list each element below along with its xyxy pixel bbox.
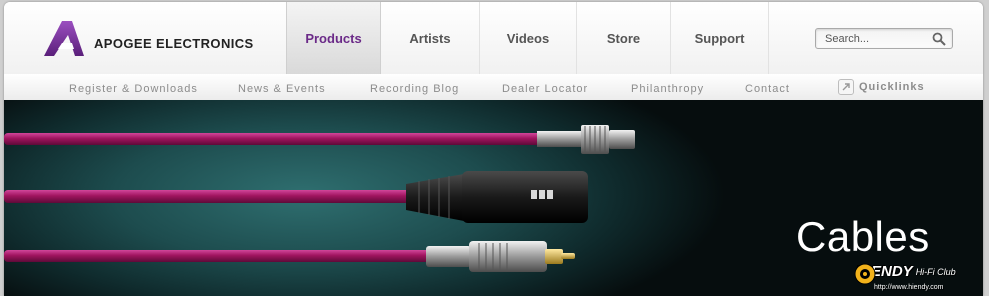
header: APOGEE ELECTRONICS Products Artists Vide… bbox=[4, 2, 983, 74]
nav-artists[interactable]: Artists bbox=[381, 2, 480, 74]
page-frame: APOGEE ELECTRONICS Products Artists Vide… bbox=[4, 2, 983, 296]
subnav-recording-blog[interactable]: Recording Blog bbox=[370, 83, 459, 95]
brand-logo[interactable]: APOGEE ELECTRONICS bbox=[44, 19, 254, 57]
search-icon[interactable] bbox=[932, 32, 946, 46]
nav-store[interactable]: Store bbox=[577, 2, 671, 74]
subnav-philanthropy[interactable]: Philanthropy bbox=[631, 83, 704, 95]
subnav-register-downloads[interactable]: Register & Downloads bbox=[69, 83, 198, 95]
search-box bbox=[815, 28, 953, 49]
subnav-dealer-locator[interactable]: Dealer Locator bbox=[502, 83, 588, 95]
speaker-logo-icon bbox=[854, 263, 876, 285]
quicklinks-label: Quicklinks bbox=[859, 81, 925, 93]
rca-cable bbox=[4, 241, 575, 272]
main-nav: Products Artists Videos Store Support bbox=[286, 2, 769, 74]
hero-banner[interactable]: Cables HIENDY Hi-Fi Club http://www.hien… bbox=[4, 100, 983, 296]
watermark-url: http://www.hiendy.com bbox=[874, 284, 944, 291]
search-input[interactable] bbox=[825, 29, 925, 48]
watermark-sub: Hi-Fi Club bbox=[915, 266, 956, 277]
nav-videos[interactable]: Videos bbox=[480, 2, 577, 74]
subnav-contact[interactable]: Contact bbox=[745, 83, 790, 95]
apogee-a-logo-icon bbox=[44, 21, 84, 56]
nav-support[interactable]: Support bbox=[671, 2, 769, 74]
cables-illustration bbox=[4, 125, 635, 272]
subnav-news-events[interactable]: News & Events bbox=[238, 83, 326, 95]
bnc-cable bbox=[4, 125, 635, 154]
brand-name: APOGEE ELECTRONICS bbox=[94, 35, 254, 51]
quicklinks-button[interactable]: Quicklinks bbox=[838, 79, 925, 95]
sub-nav: Register & Downloads News & Events Recor… bbox=[4, 74, 983, 100]
banner-title: Cables bbox=[796, 213, 930, 260]
watermark: HIENDY Hi-Fi Club bbox=[854, 263, 956, 285]
nav-products[interactable]: Products bbox=[286, 2, 381, 74]
xlr-cable bbox=[4, 171, 588, 223]
link-icon bbox=[838, 79, 854, 95]
